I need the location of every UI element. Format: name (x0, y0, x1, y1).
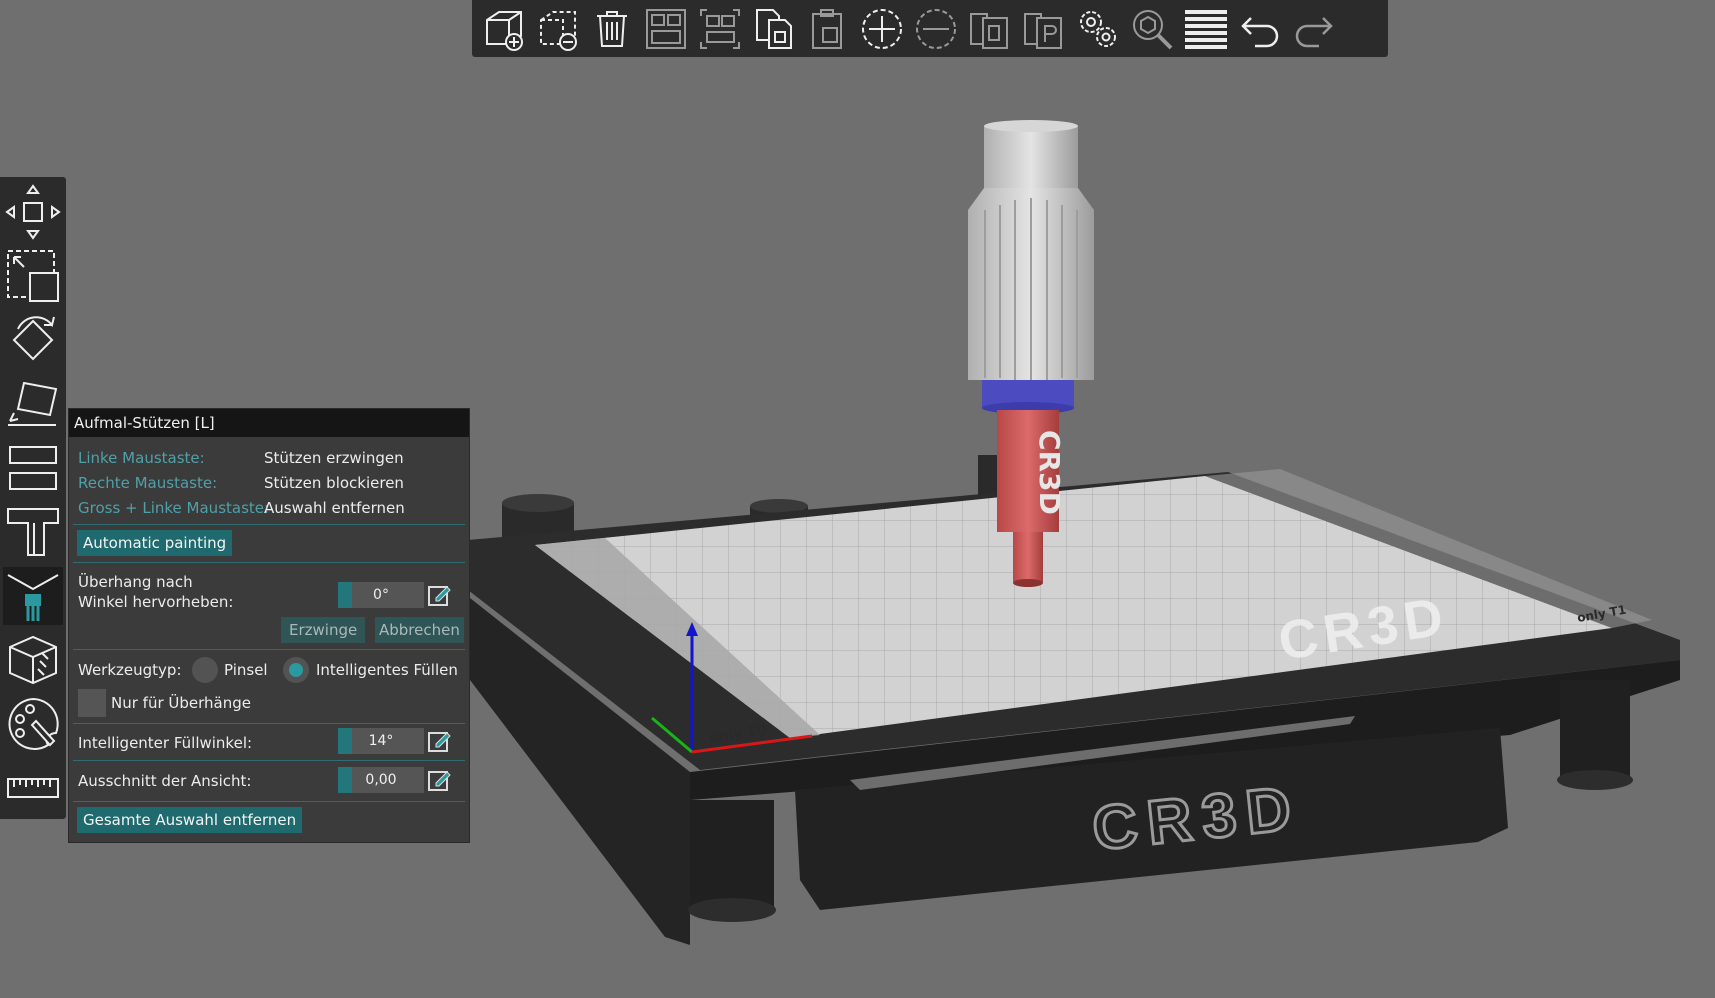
seam-paint-icon[interactable] (3, 631, 63, 689)
search-icon[interactable] (1128, 5, 1176, 53)
clear-all-button[interactable]: Gesamte Auswahl entfernen (77, 807, 303, 833)
cut-icon[interactable] (3, 439, 63, 497)
add-instance-icon[interactable] (858, 5, 906, 53)
overhang-angle-slider[interactable]: 0° (338, 582, 424, 608)
slider-fill (338, 767, 352, 793)
delete-all-icon[interactable] (588, 5, 636, 53)
edit-icon[interactable] (427, 768, 451, 792)
overhang-angle-label-1: Überhang nach (78, 573, 193, 591)
place-on-face-icon[interactable] (3, 375, 63, 433)
tool-brush-radio[interactable] (192, 657, 218, 683)
hint-key: Gross + Linke Maustaste: (78, 499, 270, 517)
smart-fill-angle-slider[interactable]: 14° (338, 728, 424, 754)
view-clip-value: 0,00 (365, 772, 397, 788)
rotate-icon[interactable] (3, 311, 63, 369)
settings-icon[interactable] (1074, 5, 1122, 53)
arrange-icon[interactable] (642, 5, 690, 53)
paste-icon[interactable] (804, 5, 852, 53)
split-parts-p-icon[interactable] (1020, 5, 1068, 53)
separator (73, 562, 465, 563)
smart-fill-angle-label: Intelligenter Füllwinkel: (78, 734, 253, 752)
tool-brush-label[interactable]: Pinsel (224, 661, 268, 679)
hint-value: Stützen blockieren (264, 474, 404, 492)
separator (73, 723, 465, 724)
copy-icon[interactable] (750, 5, 798, 53)
delete-object-icon[interactable] (534, 5, 582, 53)
scale-icon[interactable] (3, 247, 63, 305)
tool-smart-fill-radio[interactable] (283, 657, 309, 683)
hint-key: Linke Maustaste: (78, 449, 205, 467)
tool-type-label: Werkzeugtyp: (78, 661, 182, 679)
separator (73, 760, 465, 761)
enforce-button[interactable]: Erzwinge (281, 617, 366, 643)
automatic-painting-button[interactable]: Automatic painting (77, 530, 233, 556)
edit-icon[interactable] (427, 729, 451, 753)
smart-fill-angle-value: 14° (368, 733, 394, 749)
print-bed (468, 469, 1680, 945)
cancel-button[interactable]: Abbrechen (375, 617, 464, 643)
add-object-icon[interactable] (480, 5, 528, 53)
only-overhangs-label[interactable]: Nur für Überhänge (111, 694, 251, 712)
separator (73, 801, 465, 802)
hint-value: Auswahl entfernen (264, 499, 405, 517)
view-clip-label: Ausschnitt der Ansicht: (78, 772, 252, 790)
view-clip-slider[interactable]: 0,00 (338, 767, 424, 793)
overhang-angle-value: 0° (373, 587, 389, 603)
split-parts-icon[interactable] (696, 5, 744, 53)
slider-fill (338, 728, 352, 754)
measure-icon[interactable] (3, 759, 63, 817)
separator (73, 524, 465, 525)
edit-icon[interactable] (427, 583, 451, 607)
remove-instance-icon[interactable] (912, 5, 960, 53)
only-overhangs-checkbox[interactable] (78, 689, 106, 717)
support-paint-icon[interactable] (3, 567, 63, 625)
support-icon[interactable] (3, 503, 63, 561)
panel-title[interactable]: Aufmal-Stützen [L] (69, 409, 469, 437)
move-icon[interactable] (3, 183, 63, 241)
svg-text:CR3D: CR3D (1033, 430, 1066, 515)
separator (73, 649, 465, 650)
support-paint-panel: Aufmal-Stützen [L] Linke Maustaste: Stüt… (68, 408, 470, 843)
split-objects-icon[interactable] (966, 5, 1014, 53)
overhang-angle-label-2: Winkel hervorheben: (78, 593, 234, 611)
undo-icon[interactable] (1236, 5, 1284, 53)
color-paint-icon[interactable] (3, 695, 63, 753)
hint-key: Rechte Maustaste: (78, 474, 218, 492)
hint-value: Stützen erzwingen (264, 449, 404, 467)
redo-icon[interactable] (1290, 5, 1338, 53)
top-toolbar (472, 0, 1388, 57)
slider-fill (338, 582, 352, 608)
left-toolbar (0, 177, 66, 819)
tool-smart-fill-label[interactable]: Intelligentes Füllen (316, 661, 458, 679)
layers-icon[interactable] (1182, 5, 1230, 53)
